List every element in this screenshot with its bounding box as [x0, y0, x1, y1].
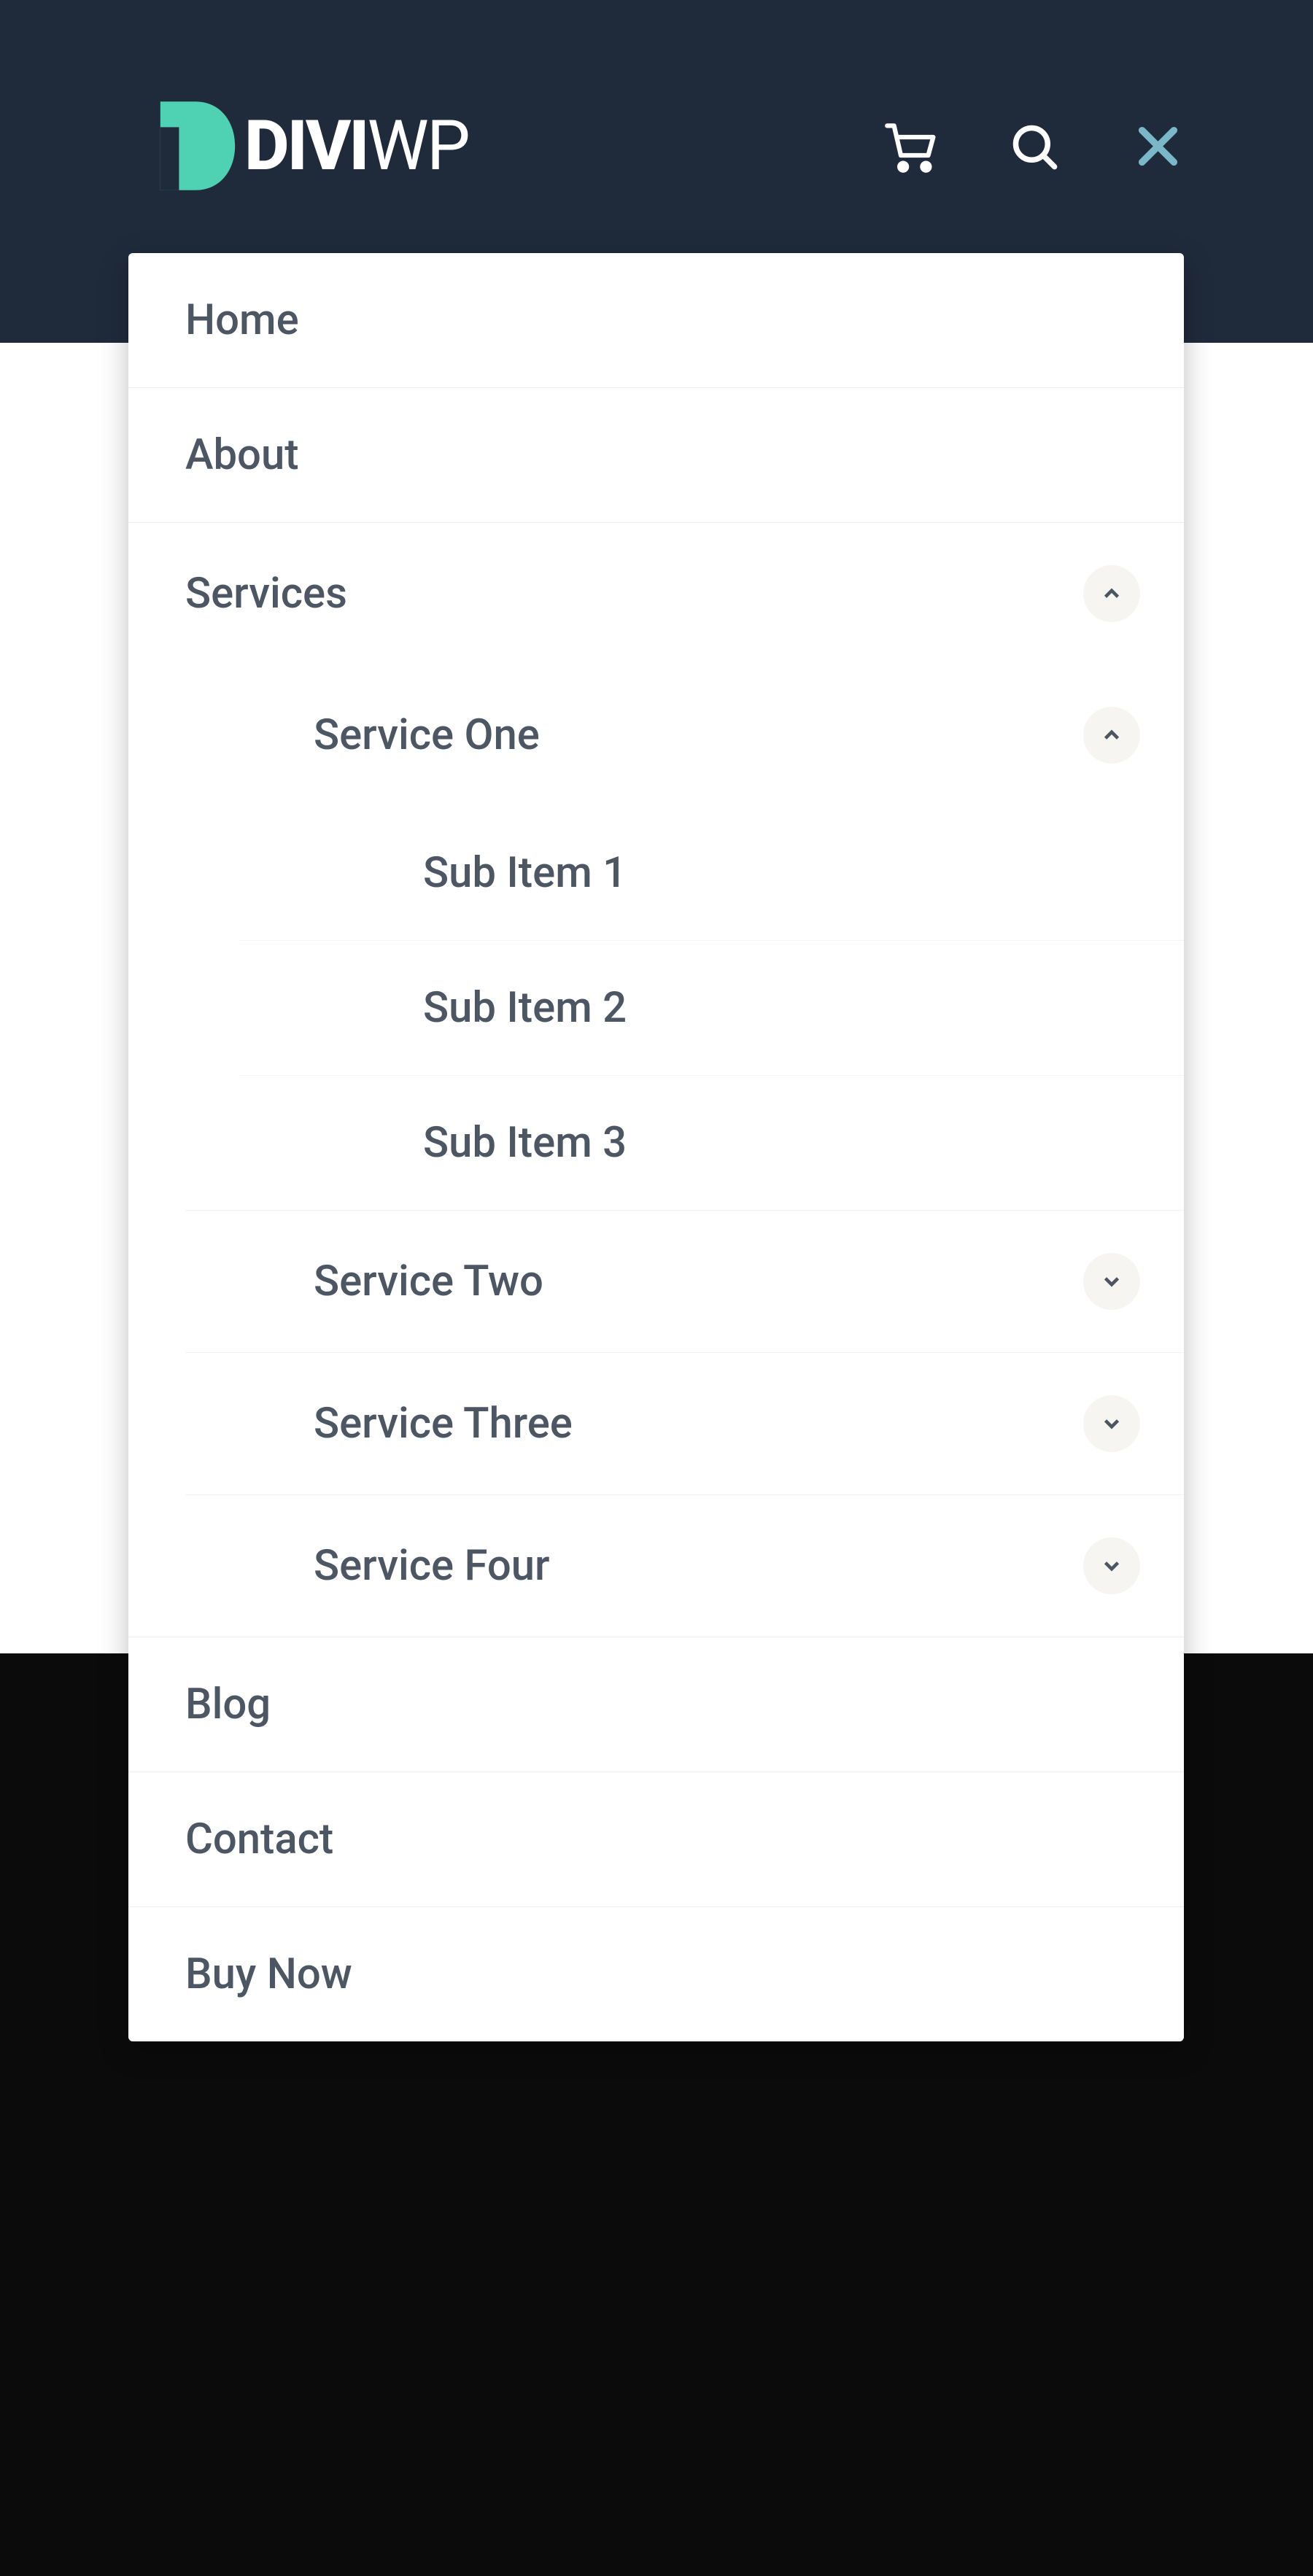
chevron-down-icon	[1099, 1411, 1124, 1436]
chevron-up-icon	[1099, 581, 1124, 606]
menu-item-services[interactable]: Services	[128, 522, 1184, 664]
menu-label: About	[185, 430, 299, 480]
menu-item-service-one[interactable]: Service One	[185, 664, 1184, 806]
menu-label: Sub Item 3	[423, 1118, 627, 1168]
close-icon[interactable]	[1131, 119, 1185, 174]
menu-label: Blog	[185, 1680, 271, 1729]
chevron-up-icon	[1099, 723, 1124, 748]
menu-item-service-four[interactable]: Service Four	[185, 1494, 1184, 1637]
brand-text: DIVIWP	[244, 106, 468, 187]
menu-item-service-two[interactable]: Service Two	[185, 1210, 1184, 1352]
chevron-down-icon	[1099, 1553, 1124, 1578]
logo-mark-icon	[128, 88, 244, 204]
menu-item-blog[interactable]: Blog	[128, 1637, 1184, 1772]
menu-label: Services	[185, 569, 347, 618]
brand-primary: DIVI	[244, 106, 368, 187]
menu-item-sub-1[interactable]: Sub Item 1	[239, 806, 1184, 940]
menu-label: Service Four	[314, 1541, 550, 1591]
menu-label: Buy Now	[185, 1950, 352, 1999]
menu-label: Service One	[314, 710, 540, 760]
menu-item-service-three[interactable]: Service Three	[185, 1352, 1184, 1494]
menu-label: Service Two	[314, 1257, 543, 1306]
menu-item-about[interactable]: About	[128, 387, 1184, 522]
expand-toggle[interactable]	[1083, 1395, 1140, 1452]
menu-item-home[interactable]: Home	[128, 253, 1184, 387]
menu-label: Service Three	[314, 1399, 573, 1448]
menu-item-contact[interactable]: Contact	[128, 1772, 1184, 1906]
menu-label: Sub Item 1	[423, 848, 627, 898]
collapse-toggle[interactable]	[1083, 565, 1140, 622]
expand-toggle[interactable]	[1083, 1537, 1140, 1594]
menu-item-sub-2[interactable]: Sub Item 2	[239, 940, 1184, 1075]
menu-label: Home	[185, 295, 299, 345]
cart-icon[interactable]	[883, 119, 937, 174]
menu-label: Sub Item 2	[423, 983, 627, 1033]
menu-label: Contact	[185, 1815, 333, 1864]
topbar: DIVIWP	[128, 88, 1185, 204]
search-icon[interactable]	[1007, 119, 1061, 174]
chevron-down-icon	[1099, 1269, 1124, 1294]
expand-toggle[interactable]	[1083, 1253, 1140, 1310]
mobile-menu: Home About Services Service One Sub Item…	[128, 253, 1184, 2041]
topbar-icons	[883, 119, 1185, 174]
page-root: DIVIWP	[0, 0, 1313, 2576]
menu-item-sub-3[interactable]: Sub Item 3	[239, 1075, 1184, 1210]
menu-item-buy-now[interactable]: Buy Now	[128, 1906, 1184, 2041]
brand-secondary: WP	[368, 106, 468, 187]
brand-logo[interactable]: DIVIWP	[128, 88, 468, 204]
collapse-toggle[interactable]	[1083, 707, 1140, 764]
